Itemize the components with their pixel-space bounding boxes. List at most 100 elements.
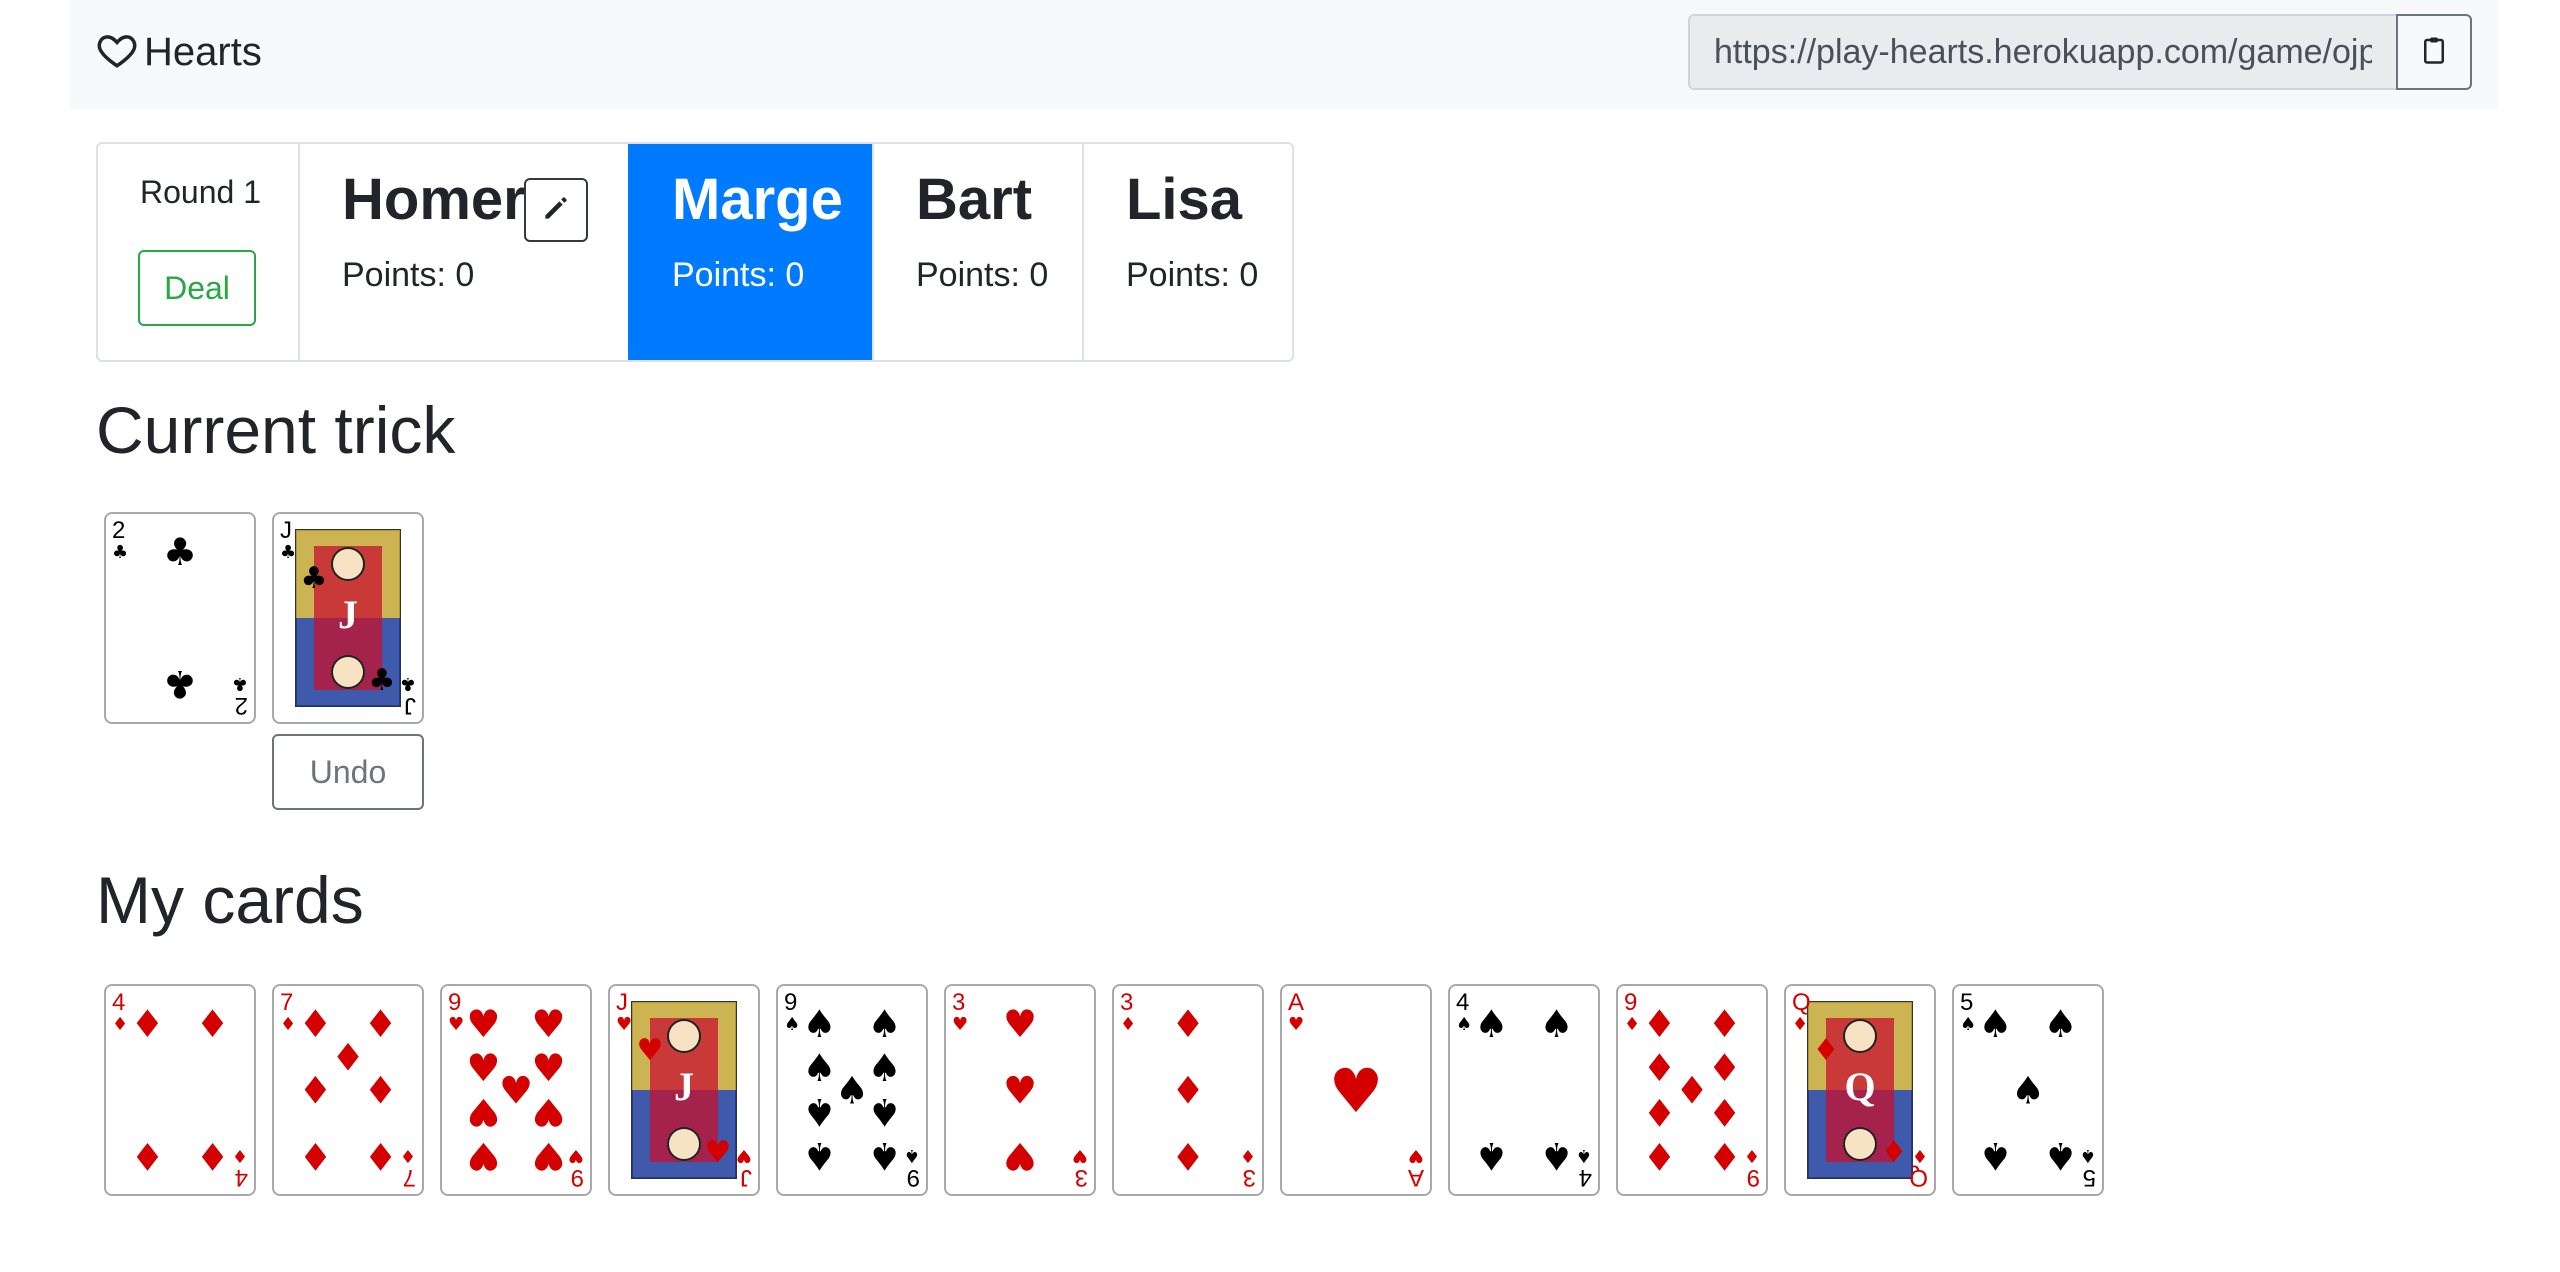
player-name: Marge <box>672 167 843 232</box>
player-marge: Marge Points: 0 <box>628 144 872 360</box>
svg-text:5: 5 <box>1960 989 1973 1016</box>
svg-text:♠: ♠ <box>802 1134 836 1178</box>
svg-text:♦: ♦ <box>298 1069 332 1113</box>
svg-text:♥: ♥ <box>1003 1069 1037 1113</box>
svg-text:Q: Q <box>1909 1164 1928 1191</box>
svg-text:♠: ♠ <box>868 1046 902 1090</box>
svg-text:♦: ♦ <box>130 1134 164 1178</box>
player-points: Points: 0 <box>672 256 805 294</box>
svg-text:♥: ♥ <box>532 1046 566 1090</box>
svg-text:♠: ♠ <box>2011 1069 2045 1113</box>
svg-text:J: J <box>674 1064 694 1109</box>
player-bart: Bart Points: 0 <box>872 144 1082 360</box>
player-points: Points: 0 <box>1126 256 1259 294</box>
svg-text:♦: ♦ <box>1675 1069 1709 1113</box>
svg-text:♠: ♠ <box>1540 1002 1574 1046</box>
svg-text:♦: ♦ <box>1171 1069 1205 1113</box>
trick-card-2-of-clubs[interactable]: ♣ ♣ 2 ♣ 2 ♣ <box>104 512 256 724</box>
svg-text:♦: ♦ <box>364 1069 398 1113</box>
player-name: Bart <box>916 167 1033 232</box>
svg-text:♥: ♥ <box>1408 1145 1424 1166</box>
svg-text:♠: ♠ <box>1978 1002 2012 1046</box>
hand-card-4-of-spades[interactable]: ♠ ♠ ♠ ♠ 4 ♠ 4 ♠ <box>1448 984 1600 1196</box>
svg-text:4: 4 <box>112 989 125 1016</box>
svg-text:♦: ♦ <box>364 1134 398 1178</box>
hand-card-4-of-diamonds[interactable]: ♦ ♦ ♦ ♦ 4 ♦ 4 ♦ <box>104 984 256 1196</box>
svg-text:9: 9 <box>571 1164 584 1191</box>
svg-text:J: J <box>616 989 628 1016</box>
heart-icon <box>96 29 138 76</box>
svg-text:♣: ♣ <box>301 561 328 596</box>
svg-text:5: 5 <box>2083 1164 2096 1191</box>
svg-text:♥: ♥ <box>705 1135 732 1170</box>
svg-text:♦: ♦ <box>1708 1090 1742 1134</box>
hand-card-j-of-hearts[interactable]: J ♥ ♥ J ♥ J ♥ <box>608 984 760 1196</box>
svg-text:♥: ♥ <box>448 1014 464 1035</box>
svg-text:♦: ♦ <box>1708 1134 1742 1178</box>
svg-text:♦: ♦ <box>196 1002 230 1046</box>
hand-card-q-of-diamonds[interactable]: Q ♦ ♦ Q ♦ Q ♦ <box>1784 984 1936 1196</box>
svg-text:♠: ♠ <box>1540 1134 1574 1178</box>
undo-button[interactable]: Undo <box>272 734 424 810</box>
hand-card-3-of-hearts[interactable]: ♥ ♥ ♥ 3 ♥ 3 ♥ <box>944 984 1096 1196</box>
edit-name-button[interactable] <box>524 178 588 242</box>
svg-text:♣: ♣ <box>280 542 296 563</box>
svg-text:♥: ♥ <box>1288 1014 1304 1035</box>
svg-text:♦: ♦ <box>1744 1145 1760 1166</box>
svg-text:♣: ♣ <box>400 673 416 694</box>
hand-card-a-of-hearts[interactable]: ♥ A ♥ A ♥ <box>1280 984 1432 1196</box>
hand-card-9-of-hearts[interactable]: ♥ ♥ ♥ ♥ ♥ ♥ ♥ ♥ ♥ 9 ♥ 9 ♥ <box>440 984 592 1196</box>
svg-text:♥: ♥ <box>1003 1002 1037 1046</box>
svg-text:♠: ♠ <box>1960 1014 1976 1035</box>
svg-text:♣: ♣ <box>369 663 396 698</box>
svg-text:♥: ♥ <box>466 1002 500 1046</box>
svg-text:♠: ♠ <box>904 1145 920 1166</box>
svg-text:♥: ♥ <box>637 1033 664 1068</box>
svg-text:3: 3 <box>1243 1164 1256 1191</box>
svg-text:♦: ♦ <box>400 1145 416 1166</box>
svg-text:♠: ♠ <box>2044 1134 2078 1178</box>
svg-text:J: J <box>280 517 292 544</box>
svg-text:♦: ♦ <box>1642 1134 1676 1178</box>
svg-text:♣: ♣ <box>163 662 197 706</box>
svg-text:3: 3 <box>1075 1164 1088 1191</box>
svg-text:♠: ♠ <box>802 1002 836 1046</box>
svg-text:J: J <box>740 1164 752 1191</box>
svg-text:7: 7 <box>280 989 293 1016</box>
svg-text:7: 7 <box>403 1164 416 1191</box>
svg-text:♦: ♦ <box>280 1014 296 1035</box>
svg-text:A: A <box>1408 1164 1424 1191</box>
player-lisa: Lisa Points: 0 <box>1082 144 1292 360</box>
svg-text:♥: ♥ <box>532 1090 566 1134</box>
svg-text:♦: ♦ <box>1912 1145 1928 1166</box>
svg-text:♠: ♠ <box>1456 1014 1472 1035</box>
svg-text:♦: ♦ <box>1171 1002 1205 1046</box>
hand-card-9-of-spades[interactable]: ♠ ♠ ♠ ♠ ♠ ♠ ♠ ♠ ♠ 9 ♠ 9 ♠ <box>776 984 928 1196</box>
hand-card-7-of-diamonds[interactable]: ♦ ♦ ♦ ♦ ♦ ♦ ♦ 7 ♦ 7 ♦ <box>272 984 424 1196</box>
clipboard-icon <box>2419 35 2449 70</box>
svg-text:9: 9 <box>907 1164 920 1191</box>
svg-text:♥: ♥ <box>736 1145 752 1166</box>
svg-text:9: 9 <box>784 989 797 1016</box>
hand-card-9-of-diamonds[interactable]: ♦ ♦ ♦ ♦ ♦ ♦ ♦ ♦ ♦ 9 ♦ 9 ♦ <box>1616 984 1768 1196</box>
svg-text:♠: ♠ <box>1474 1134 1508 1178</box>
svg-text:3: 3 <box>952 989 965 1016</box>
current-trick-cards: ♣ ♣ 2 ♣ 2 ♣ J ♣ ♣ J ♣ J ♣ <box>104 512 424 724</box>
trick-card-j-of-clubs[interactable]: J ♣ ♣ J ♣ J ♣ <box>272 512 424 724</box>
game-url-input[interactable] <box>1688 14 2396 90</box>
svg-text:♣: ♣ <box>232 673 248 694</box>
current-trick-heading: Current trick <box>96 393 456 467</box>
svg-text:♠: ♠ <box>784 1014 800 1035</box>
hand-card-5-of-spades[interactable]: ♠ ♠ ♠ ♠ ♠ 5 ♠ 5 ♠ <box>1952 984 2104 1196</box>
svg-text:♦: ♦ <box>130 1002 164 1046</box>
svg-text:9: 9 <box>448 989 461 1016</box>
player-name: Homer <box>342 167 526 232</box>
copy-url-button[interactable] <box>2396 14 2472 90</box>
pencil-icon <box>540 192 572 229</box>
deal-button[interactable]: Deal <box>138 250 256 326</box>
svg-text:♦: ♦ <box>1642 1046 1676 1090</box>
svg-text:4: 4 <box>1456 989 1469 1016</box>
hand-card-3-of-diamonds[interactable]: ♦ ♦ ♦ 3 ♦ 3 ♦ <box>1112 984 1264 1196</box>
brand[interactable]: Hearts <box>96 26 262 78</box>
svg-text:♥: ♥ <box>1072 1145 1088 1166</box>
